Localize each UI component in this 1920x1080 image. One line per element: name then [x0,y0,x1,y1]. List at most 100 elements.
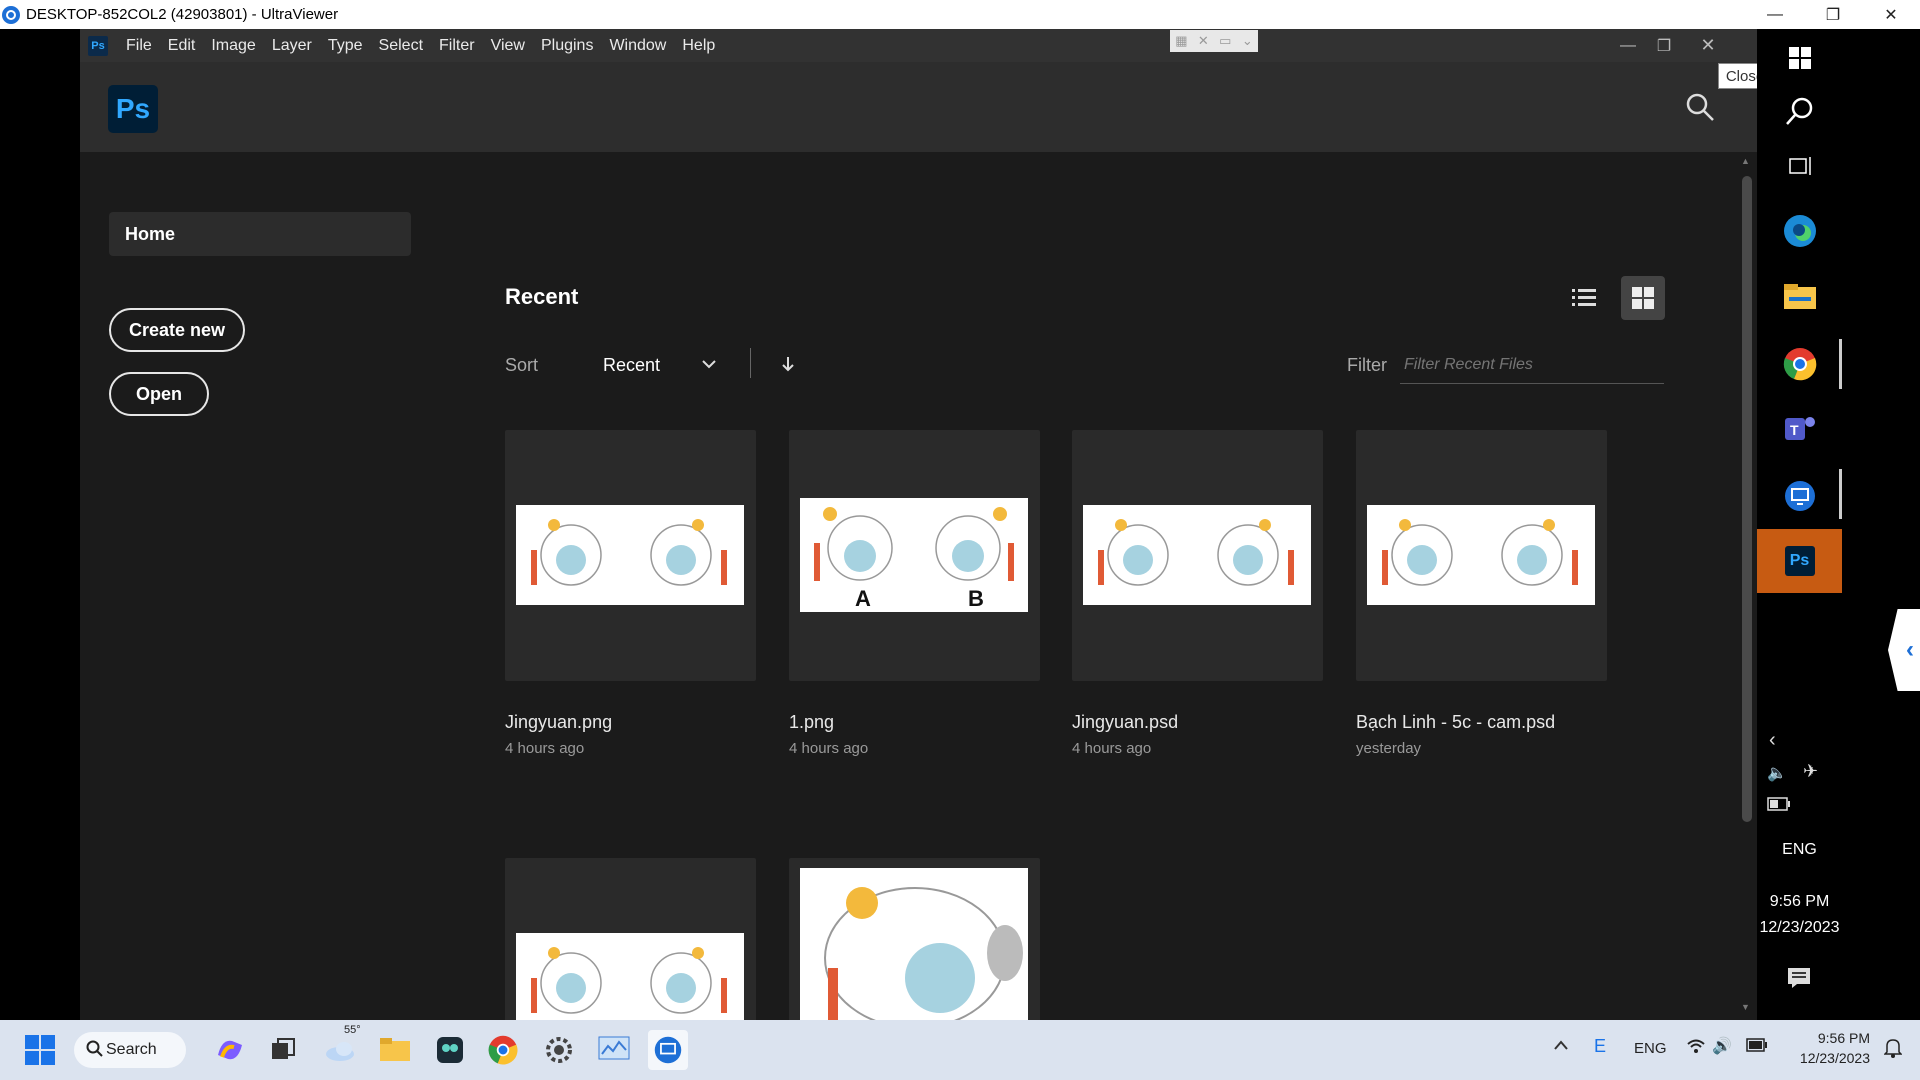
window-title: DESKTOP-852COL2 (42903801) - UltraViewer [26,6,339,23]
grid-icon[interactable]: ▦ [1175,33,1187,49]
file-explorer-icon[interactable] [1757,272,1842,322]
monitor-chart-icon[interactable] [594,1030,634,1070]
app-icon[interactable] [430,1030,470,1070]
maximize-button[interactable]: ❐ [1804,0,1862,29]
grid-view-icon[interactable] [1621,276,1665,320]
settings-gear-icon[interactable] [539,1030,579,1070]
menu-view[interactable]: View [483,29,533,62]
outer-right-margin: ‹ [1842,29,1920,1020]
task-view-icon[interactable] [263,1030,303,1070]
file-card[interactable] [505,430,756,681]
menu-image[interactable]: Image [203,29,263,62]
ps-close-button[interactable]: ✕ [1688,29,1728,62]
side-clock-date[interactable]: 12/23/2023 [1757,919,1842,937]
scrollbar[interactable]: ▲ ▼ [1737,152,1757,1020]
windows-start-icon[interactable] [1757,33,1842,83]
sort-dropdown[interactable]: Recent [603,355,660,376]
ultraviewer-taskbar-icon[interactable] [648,1030,688,1070]
chevron-left-icon: ‹ [1906,636,1914,663]
taskbar-language[interactable]: ENG [1634,1040,1667,1057]
monitor-icon[interactable]: ▭ [1219,33,1231,49]
file-name[interactable]: Bạch Linh - 5c - cam.psd [1356,712,1555,733]
airplane-icon[interactable]: ✈ [1803,761,1818,782]
ps-logo[interactable]: Ps [108,85,158,133]
open-button[interactable]: Open [109,372,209,416]
ultraviewer-titlebar: DESKTOP-852COL2 (42903801) - UltraViewer… [0,0,1920,29]
sort-direction-icon[interactable] [780,355,796,378]
ultraviewer-icon[interactable] [1757,471,1842,521]
ps-menubar: Ps File Edit Image Layer Type Select Fil… [80,29,1757,62]
file-card[interactable] [789,858,1040,1020]
file-card[interactable] [1356,430,1607,681]
search-icon[interactable] [1757,86,1842,136]
weather-icon[interactable]: 55° [320,1024,361,1070]
task-view-icon[interactable] [1757,141,1842,191]
thumb-label-a: A [855,586,871,611]
volume-icon[interactable]: 🔊 [1712,1036,1732,1056]
list-view-icon[interactable] [1570,284,1598,317]
ultraviewer-toolbar[interactable]: ▦ ✕ ▭ ⌄ [1170,30,1258,52]
menu-layer[interactable]: Layer [264,29,320,62]
mute-icon[interactable]: 🔈 [1767,763,1787,783]
menu-edit[interactable]: Edit [160,29,204,62]
filter-input[interactable] [1400,346,1664,384]
side-clock-time[interactable]: 9:56 PM [1757,893,1842,911]
file-name[interactable]: Jingyuan.psd [1072,712,1178,733]
menu-help[interactable]: Help [674,29,723,62]
battery-icon[interactable] [1746,1038,1768,1057]
edge-icon[interactable] [1757,206,1842,256]
battery-icon[interactable] [1767,797,1791,816]
menu-filter[interactable]: Filter [431,29,483,62]
file-name[interactable]: 1.png [789,712,834,733]
menu-select[interactable]: Select [371,29,431,62]
file-time: 4 hours ago [505,740,585,757]
file-thumbnail [800,868,1028,1020]
search-icon [86,1040,104,1063]
create-new-button[interactable]: Create new [109,308,245,352]
file-explorer-icon[interactable] [375,1030,415,1070]
menu-type[interactable]: Type [320,29,371,62]
taskbar-clock-time[interactable]: 9:56 PM [1800,1030,1870,1046]
language-indicator[interactable]: ENG [1757,841,1842,859]
minimize-button[interactable]: — [1746,0,1804,29]
nav-home[interactable]: Home [109,212,411,256]
taskbar-clock-date[interactable]: 12/23/2023 [1780,1050,1870,1066]
svg-text:T: T [1790,422,1799,438]
file-time: 4 hours ago [789,740,869,757]
file-card[interactable]: A B [789,430,1040,681]
file-name[interactable]: Jingyuan.png [505,712,612,733]
input-method-icon[interactable]: Ε [1594,1036,1606,1057]
chevron-up-icon[interactable] [1553,1038,1569,1056]
menu-window[interactable]: Window [601,29,674,62]
chevron-down-icon[interactable] [700,355,718,378]
chevron-down-icon[interactable]: ⌄ [1242,33,1253,49]
taskbar-search[interactable]: Search [74,1032,186,1068]
file-card[interactable] [505,858,756,1020]
wifi-icon[interactable] [1686,1038,1706,1059]
teams-icon[interactable]: T [1757,404,1842,454]
notification-icon[interactable] [1787,967,1811,994]
weather-temp: 55° [344,1024,361,1036]
close-button[interactable]: ✕ [1862,0,1920,29]
menu-file[interactable]: File [118,29,160,62]
ps-home-main: Home Create new Open Recent Sort Recent … [80,152,1757,1020]
file-card[interactable] [1072,430,1323,681]
windows-start-icon[interactable] [20,1030,60,1070]
fullscreen-icon[interactable]: ✕ [1198,33,1209,49]
chevron-left-icon[interactable]: ‹ [1769,729,1776,752]
menu-plugins[interactable]: Plugins [533,29,601,62]
notification-bell-icon[interactable] [1883,1038,1903,1063]
chrome-icon[interactable] [483,1030,523,1070]
scroll-up-icon[interactable]: ▲ [1741,156,1750,166]
photoshop-taskbar-icon[interactable]: Ps [1757,529,1842,593]
scroll-down-icon[interactable]: ▼ [1741,1002,1750,1012]
ps-minimize-button[interactable]: — [1610,29,1646,62]
file-thumbnail [516,505,744,605]
ps-restore-button[interactable]: ❐ [1646,29,1682,62]
copilot-icon[interactable] [210,1030,250,1070]
recent-heading: Recent [505,284,579,309]
search-icon[interactable] [1685,92,1715,127]
scroll-thumb[interactable] [1742,176,1752,822]
ultraviewer-side-panel-tab[interactable]: ‹ [1888,609,1920,691]
chrome-icon[interactable] [1757,339,1842,389]
